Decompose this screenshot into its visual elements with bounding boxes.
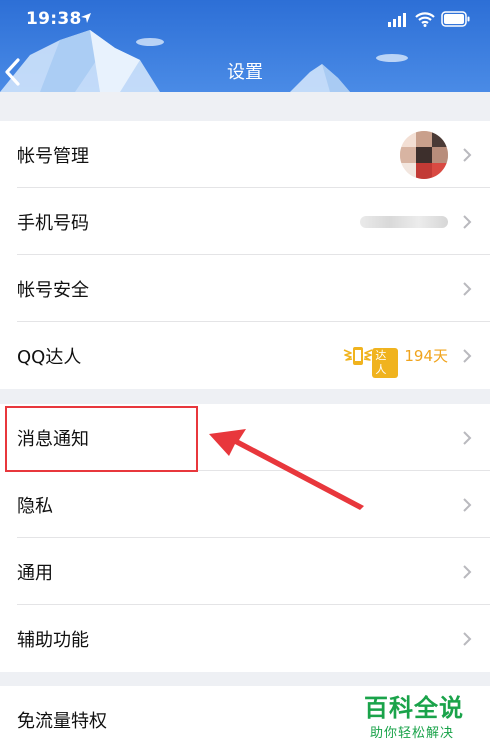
- location-arrow-icon: [81, 13, 91, 23]
- daren-badge-label: 达人: [372, 347, 399, 378]
- daren-badge: 达人: [342, 344, 399, 378]
- status-bar: 19:38: [0, 0, 490, 40]
- watermark-title: 百科全说: [364, 694, 464, 722]
- settings-row-accessibility[interactable]: 辅助功能: [0, 605, 490, 672]
- winged-phone-icon: [344, 346, 373, 365]
- row-label: 隐私: [17, 495, 53, 517]
- settings-row-general[interactable]: 通用: [0, 538, 490, 605]
- settings-row-qq-daren[interactable]: QQ达人 达人 194天: [0, 322, 490, 389]
- row-label: 手机号码: [17, 212, 89, 234]
- daren-days: 194天: [404, 347, 448, 365]
- row-label: QQ达人: [17, 346, 82, 368]
- row-label: 通用: [17, 562, 53, 584]
- row-label: 免流量特权: [17, 710, 107, 732]
- daren-status: 达人 194天: [342, 344, 448, 378]
- wifi-icon: [415, 12, 435, 27]
- row-label: 辅助功能: [17, 629, 89, 651]
- chevron-right-icon: [463, 348, 472, 363]
- avatar: [400, 130, 448, 179]
- chevron-right-icon: [463, 214, 472, 229]
- chevron-right-icon: [463, 281, 472, 296]
- battery-icon: [441, 11, 470, 27]
- blurred-phone-number: [360, 215, 448, 228]
- chevron-right-icon: [463, 497, 472, 512]
- row-label: 帐号安全: [17, 279, 89, 301]
- chevron-right-icon: [463, 631, 472, 646]
- cellular-signal-icon: [388, 13, 406, 27]
- settings-group-account: 帐号管理 手机号码 帐号安全 QQ达人 达人 194天: [0, 121, 490, 389]
- settings-row-account-management[interactable]: 帐号管理: [0, 121, 490, 188]
- chevron-right-icon: [463, 564, 472, 579]
- header-bar: 19:38 设置: [0, 0, 490, 92]
- status-time: 19:38: [26, 9, 82, 29]
- highlight-box: [5, 406, 198, 472]
- settings-row-account-security[interactable]: 帐号安全: [0, 255, 490, 322]
- settings-row-phone-number[interactable]: 手机号码: [0, 188, 490, 255]
- chevron-right-icon: [463, 147, 472, 162]
- watermark-subtitle: 助你轻松解决: [370, 726, 455, 741]
- row-label: 帐号管理: [17, 145, 89, 167]
- page-title: 设置: [227, 62, 263, 83]
- settings-row-privacy[interactable]: 隐私: [0, 471, 490, 538]
- watermark: 百科全说 助你轻松解决: [364, 688, 484, 750]
- chevron-right-icon: [463, 430, 472, 445]
